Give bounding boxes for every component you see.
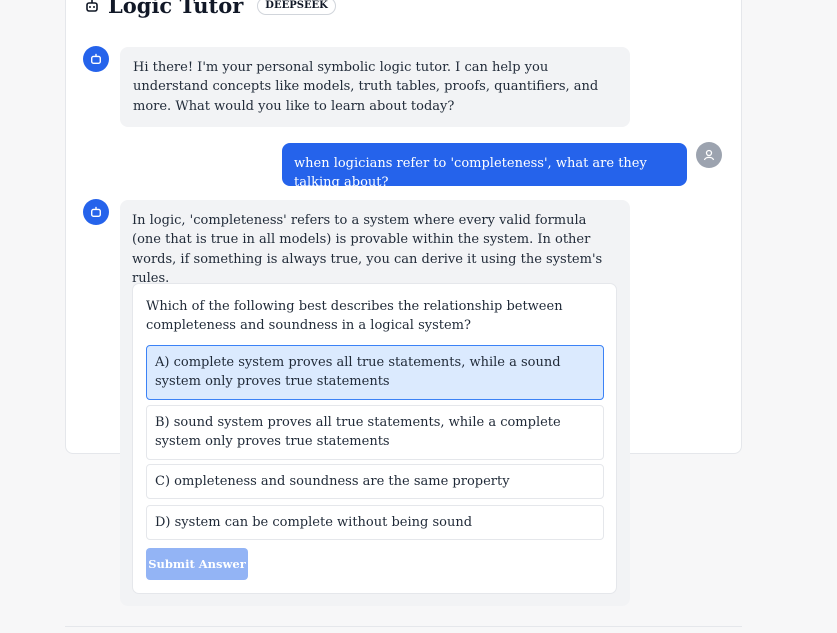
divider — [65, 626, 742, 627]
model-badge: DEEPSEEK — [257, 0, 336, 15]
quiz-option-b[interactable]: B) sound system proves all true statemen… — [146, 405, 604, 460]
option-label: C) ompleteness and soundness are the sam… — [155, 474, 510, 489]
robot-icon — [84, 0, 100, 14]
app-title: Logic Tutor — [108, 0, 244, 18]
bot-avatar — [83, 199, 109, 225]
quiz-card: Which of the following best describes th… — [132, 283, 617, 594]
option-label: B) sound system proves all true statemen… — [155, 415, 561, 450]
option-label: A) complete system proves all true state… — [155, 355, 561, 390]
submit-answer-button[interactable]: Submit Answer — [146, 548, 248, 580]
robot-icon — [91, 206, 101, 217]
quiz-option-c[interactable]: C) ompleteness and soundness are the sam… — [146, 464, 604, 500]
bot-message: Hi there! I'm your personal symbolic log… — [120, 47, 630, 127]
message-text: In logic, 'completeness' refers to a sys… — [132, 213, 603, 286]
bot-avatar — [83, 46, 109, 72]
robot-icon — [91, 53, 101, 64]
message-text: when logicians refer to 'completeness', … — [294, 156, 647, 191]
user-avatar — [696, 142, 722, 168]
quiz-option-a[interactable]: A) complete system proves all true state… — [146, 345, 604, 400]
option-label: D) system can be complete without being … — [155, 515, 473, 530]
user-icon — [703, 149, 715, 161]
quiz-option-d[interactable]: D) system can be complete without being … — [146, 505, 604, 541]
app-header: Logic Tutor DEEPSEEK — [84, 0, 336, 18]
message-text: Hi there! I'm your personal symbolic log… — [133, 60, 599, 114]
quiz-question: Which of the following best describes th… — [146, 299, 563, 334]
user-message: when logicians refer to 'completeness', … — [282, 143, 687, 190]
